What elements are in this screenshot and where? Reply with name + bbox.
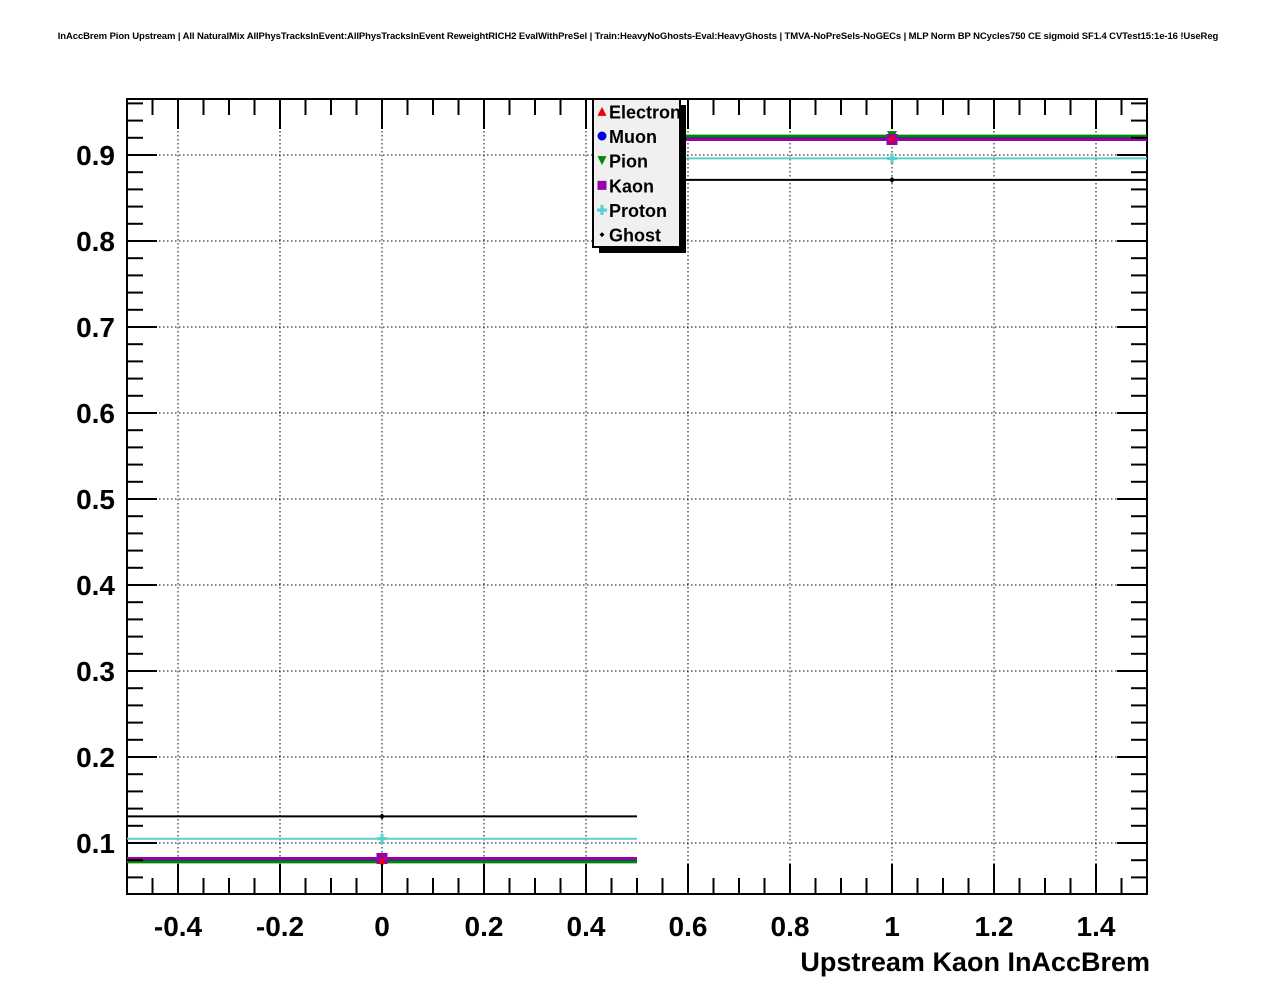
legend-label-electron: Electron: [609, 102, 681, 122]
x-tick-label: 0.6: [669, 911, 708, 942]
y-tick-label: 0.8: [76, 226, 115, 257]
x-tick-label: -0.2: [256, 911, 304, 942]
series-marker-ghost: [379, 813, 385, 820]
legend-label-kaon: Kaon: [609, 176, 654, 196]
axis-tick-labels: 0.1 0.2 0.3 0.4 0.5 0.6 0.7 0.8 0.9 -0.4 -0.2 0 0.2 0…: [76, 140, 1116, 942]
legend-label-proton: Proton: [609, 201, 667, 221]
plot-title: InAccBrem Pion Upstream | All NaturalMix…: [57, 31, 1219, 42]
y-tick-label: 0.6: [76, 398, 115, 429]
series-marker-proton: [377, 833, 387, 844]
y-tick-label: 0.4: [76, 570, 115, 601]
y-tick-label: 0.1: [76, 828, 115, 859]
y-tick-label: 0.3: [76, 656, 115, 687]
x-tick-label: 0.8: [771, 911, 810, 942]
root-canvas: 0.1 0.2 0.3 0.4 0.5 0.6 0.7 0.8 0.9 -0.4 -0.2 0 0.2 0…: [0, 0, 1276, 996]
x-tick-label: 0.2: [465, 911, 504, 942]
x-tick-label: 1.4: [1077, 911, 1116, 942]
x-axis-title: Upstream Kaon InAccBrem: [800, 947, 1150, 977]
x-tick-label: 0.4: [567, 911, 606, 942]
legend-label-muon: Muon: [609, 127, 657, 147]
y-tick-label: 0.2: [76, 742, 115, 773]
legend-label-pion: Pion: [609, 152, 648, 172]
x-tick-label: 1: [884, 911, 900, 942]
y-tick-label: 0.7: [76, 312, 115, 343]
legend-marker-muon: [597, 131, 607, 141]
legend-label-ghost: Ghost: [609, 226, 661, 246]
x-tick-label: 0: [374, 911, 390, 942]
legend-marker-kaon: [597, 180, 607, 190]
y-tick-label: 0.9: [76, 140, 115, 171]
series-marker-ghost: [889, 176, 895, 183]
x-tick-label: -0.4: [154, 911, 203, 942]
chart: 0.1 0.2 0.3 0.4 0.5 0.6 0.7 0.8 0.9 -0.4 -0.2 0 0.2 0…: [76, 98, 1150, 977]
legend: Electron Muon Pion Kaon Proton Ghost: [592, 98, 686, 253]
y-tick-label: 0.5: [76, 484, 115, 515]
x-tick-label: 1.2: [975, 911, 1014, 942]
